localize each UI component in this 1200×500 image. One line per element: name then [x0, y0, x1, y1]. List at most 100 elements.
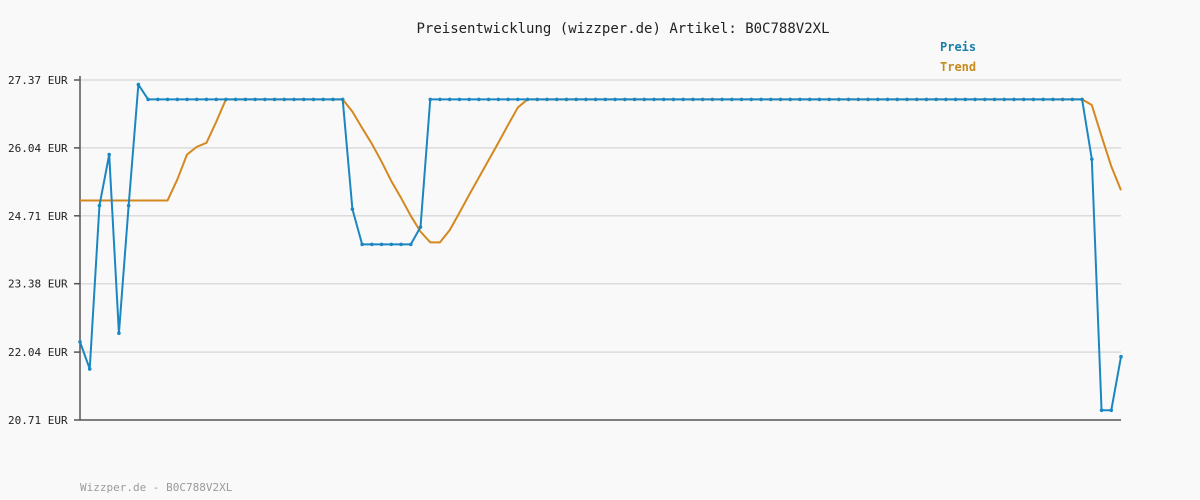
- data-point-preis: [224, 97, 228, 102]
- data-point-preis: [350, 207, 355, 211]
- legend-trend: Trend: [940, 60, 976, 74]
- data-point-preis: [914, 97, 919, 102]
- data-point-preis: [1031, 97, 1036, 102]
- series-line-trend: [80, 98, 1122, 244]
- y-axis-ticks: 20.71 EUR 22.04 EUR 23.38 EUR 24.71 EUR 26.0…: [8, 74, 80, 427]
- data-point-preis: [156, 97, 160, 102]
- data-point-preis: [545, 97, 549, 102]
- data-point-preis: [934, 97, 938, 102]
- data-point-preis: [574, 97, 578, 102]
- data-point-preis: [632, 97, 637, 102]
- data-point-preis: [564, 97, 569, 102]
- data-point-preis: [905, 97, 909, 102]
- data-point-preis: [340, 97, 345, 102]
- data-point-preis: [87, 367, 92, 371]
- data-point-preis: [661, 97, 666, 102]
- data-point-preis: [389, 242, 394, 247]
- data-point-preis: [243, 97, 248, 102]
- data-point-preis: [642, 97, 647, 102]
- data-point-preis: [78, 340, 82, 344]
- data-point-preis: [263, 97, 267, 102]
- data-point-preis: [253, 97, 257, 102]
- data-point-preis: [1109, 408, 1114, 413]
- data-point-preis: [311, 97, 316, 102]
- data-point-preis: [1119, 354, 1123, 359]
- data-point-preis: [496, 97, 501, 102]
- data-point-preis: [370, 242, 374, 247]
- data-point-preis: [953, 97, 958, 102]
- data-point-preis: [827, 97, 831, 102]
- y-tick-label: 22.04 EUR: [8, 346, 68, 359]
- data-point-preis: [963, 97, 968, 102]
- data-point-preis: [866, 97, 870, 102]
- data-point-preis: [671, 97, 676, 102]
- data-point-preis: [885, 97, 890, 102]
- data-point-preis: [798, 97, 802, 102]
- data-point-preis: [146, 97, 150, 102]
- data-point-preis: [107, 152, 111, 157]
- data-point-preis: [593, 97, 598, 102]
- grid-lines: [80, 79, 1121, 353]
- data-point-preis: [603, 97, 608, 102]
- data-point-preis: [992, 97, 997, 102]
- y-tick-label: 26.04 EUR: [8, 142, 68, 155]
- series-lines: [79, 83, 1122, 412]
- data-point-preis: [875, 97, 880, 102]
- data-point-preis: [584, 97, 588, 102]
- data-point-preis: [447, 97, 452, 102]
- data-point-preis: [710, 97, 715, 102]
- data-point-preis: [613, 97, 617, 102]
- data-point-preis: [525, 97, 530, 102]
- price-chart: Preisentwicklung (wizzper.de) Artikel: B…: [8, 21, 1123, 494]
- data-point-preis: [759, 97, 763, 102]
- data-point-preis: [379, 242, 384, 247]
- data-point-preis: [1012, 97, 1016, 102]
- data-point-preis: [331, 97, 335, 102]
- data-point-preis: [1021, 97, 1026, 102]
- data-point-preis: [846, 97, 851, 102]
- data-point-preis: [730, 97, 734, 102]
- data-point-preis: [194, 97, 199, 102]
- y-tick-label: 20.71 EUR: [8, 414, 68, 427]
- data-point-preis: [204, 97, 209, 102]
- data-point-preis: [233, 97, 238, 102]
- y-tick-label: 27.37 EUR: [8, 74, 68, 87]
- data-point-preis: [749, 97, 754, 102]
- data-point-preis: [165, 97, 170, 102]
- data-point-preis: [1041, 97, 1045, 102]
- data-point-preis: [623, 97, 627, 102]
- data-point-preis: [428, 97, 433, 102]
- data-point-preis: [652, 97, 656, 102]
- footer-watermark: Wizzper.de - B0C788V2XL: [80, 481, 233, 494]
- data-point-preis: [292, 97, 296, 102]
- data-point-preis: [554, 97, 559, 102]
- data-point-preis: [282, 97, 287, 102]
- data-point-preis: [691, 97, 695, 102]
- data-point-preis: [408, 242, 413, 247]
- series-markers: [78, 82, 1123, 413]
- data-point-preis: [1080, 97, 1084, 102]
- data-point-preis: [739, 97, 744, 102]
- data-point-preis: [1099, 408, 1104, 413]
- data-point-preis: [768, 97, 773, 102]
- data-point-preis: [399, 242, 403, 247]
- axes: [79, 76, 1121, 421]
- data-point-preis: [214, 97, 219, 102]
- data-point-preis: [321, 97, 326, 102]
- data-point-preis: [272, 97, 277, 102]
- data-point-preis: [1051, 97, 1055, 102]
- data-point-preis: [97, 203, 102, 208]
- data-point-preis: [700, 97, 705, 102]
- data-point-preis: [788, 97, 793, 102]
- data-point-preis: [1060, 97, 1065, 102]
- data-point-preis: [778, 97, 783, 102]
- data-point-preis: [418, 225, 423, 229]
- data-point-preis: [681, 97, 685, 102]
- data-point-preis: [1090, 157, 1094, 161]
- data-point-preis: [438, 97, 442, 102]
- y-tick-label: 24.71 EUR: [8, 210, 68, 223]
- legend-preis: Preis: [940, 40, 976, 54]
- data-point-preis: [837, 97, 841, 102]
- data-point-preis: [982, 97, 987, 102]
- data-point-preis: [817, 97, 822, 102]
